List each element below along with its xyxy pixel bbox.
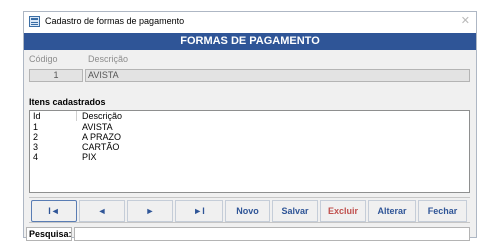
search-input[interactable] — [74, 227, 470, 241]
salvar-button[interactable]: Salvar — [272, 200, 318, 222]
page-title: FORMAS DE PAGAMENTO — [24, 33, 476, 50]
item-descricao: AVISTA — [82, 122, 113, 132]
descricao-field[interactable]: AVISTA — [85, 69, 470, 82]
list-header: Id Descrição — [30, 111, 469, 121]
column-separator — [76, 111, 77, 121]
novo-button[interactable]: Novo — [225, 200, 270, 222]
item-descricao: CARTÃO — [82, 142, 120, 152]
list-item[interactable]: 2 A PRAZO — [30, 132, 469, 142]
descricao-label: Descrição — [88, 54, 129, 64]
item-id: 2 — [33, 132, 39, 142]
close-icon[interactable]: ✕ — [461, 15, 470, 27]
item-descricao: A PRAZO — [82, 132, 122, 142]
list-item[interactable]: 4 PIX — [30, 152, 469, 162]
navigation-toolbar: I◄ ◄ ► ►I Novo Salvar Excluir Alterar Fe… — [29, 197, 470, 223]
item-id: 3 — [33, 142, 39, 152]
last-record-button[interactable]: ►I — [175, 200, 223, 222]
column-header-id: Id — [33, 111, 41, 121]
list-item[interactable]: 3 CARTÃO — [30, 142, 469, 152]
codigo-label: Código — [29, 54, 58, 64]
items-listbox[interactable]: Id Descrição 1 AVISTA 2 A PRAZO 3 CARTÃO… — [29, 110, 470, 193]
item-id: 4 — [33, 152, 39, 162]
window-title: Cadastro de formas de pagamento — [45, 16, 185, 26]
fechar-button[interactable]: Fechar — [418, 200, 467, 222]
excluir-button[interactable]: Excluir — [320, 200, 366, 222]
payment-methods-window: Cadastro de formas de pagamento ✕ FORMAS… — [23, 11, 477, 241]
previous-record-button[interactable]: ◄ — [79, 200, 125, 222]
list-item[interactable]: 1 AVISTA — [30, 122, 469, 132]
search-label: Pesquisa: — [26, 227, 72, 241]
column-header-descricao: Descrição — [82, 111, 123, 121]
codigo-field[interactable]: 1 — [29, 69, 83, 82]
next-record-button[interactable]: ► — [127, 200, 173, 222]
first-record-button[interactable]: I◄ — [31, 200, 77, 222]
item-descricao: PIX — [82, 152, 97, 162]
title-bar: Cadastro de formas de pagamento ✕ — [24, 12, 476, 33]
alterar-button[interactable]: Alterar — [368, 200, 416, 222]
item-id: 1 — [33, 122, 39, 132]
form-window-icon — [29, 16, 40, 27]
items-section-title: Itens cadastrados — [29, 97, 106, 107]
